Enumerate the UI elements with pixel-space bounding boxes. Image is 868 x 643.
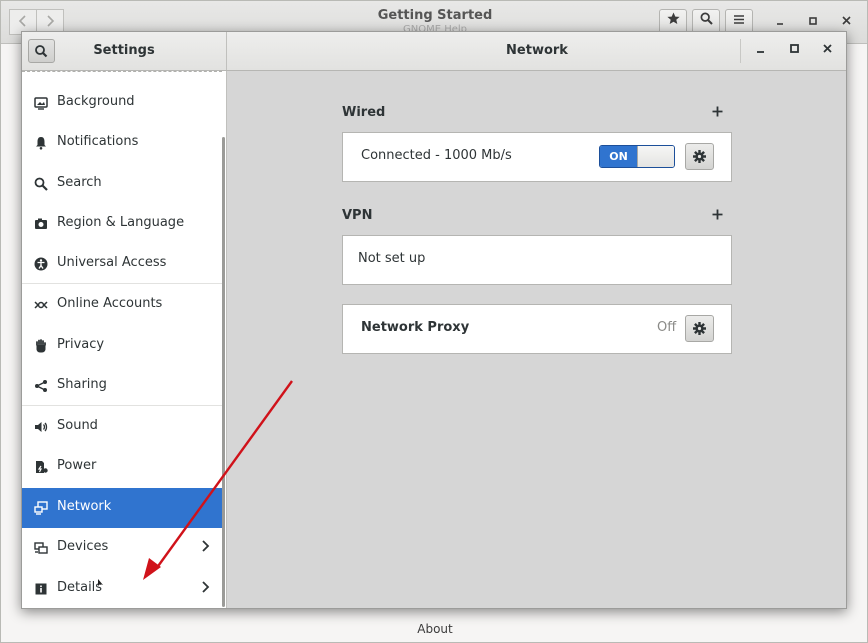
annotation-arrow-icon <box>143 380 293 580</box>
